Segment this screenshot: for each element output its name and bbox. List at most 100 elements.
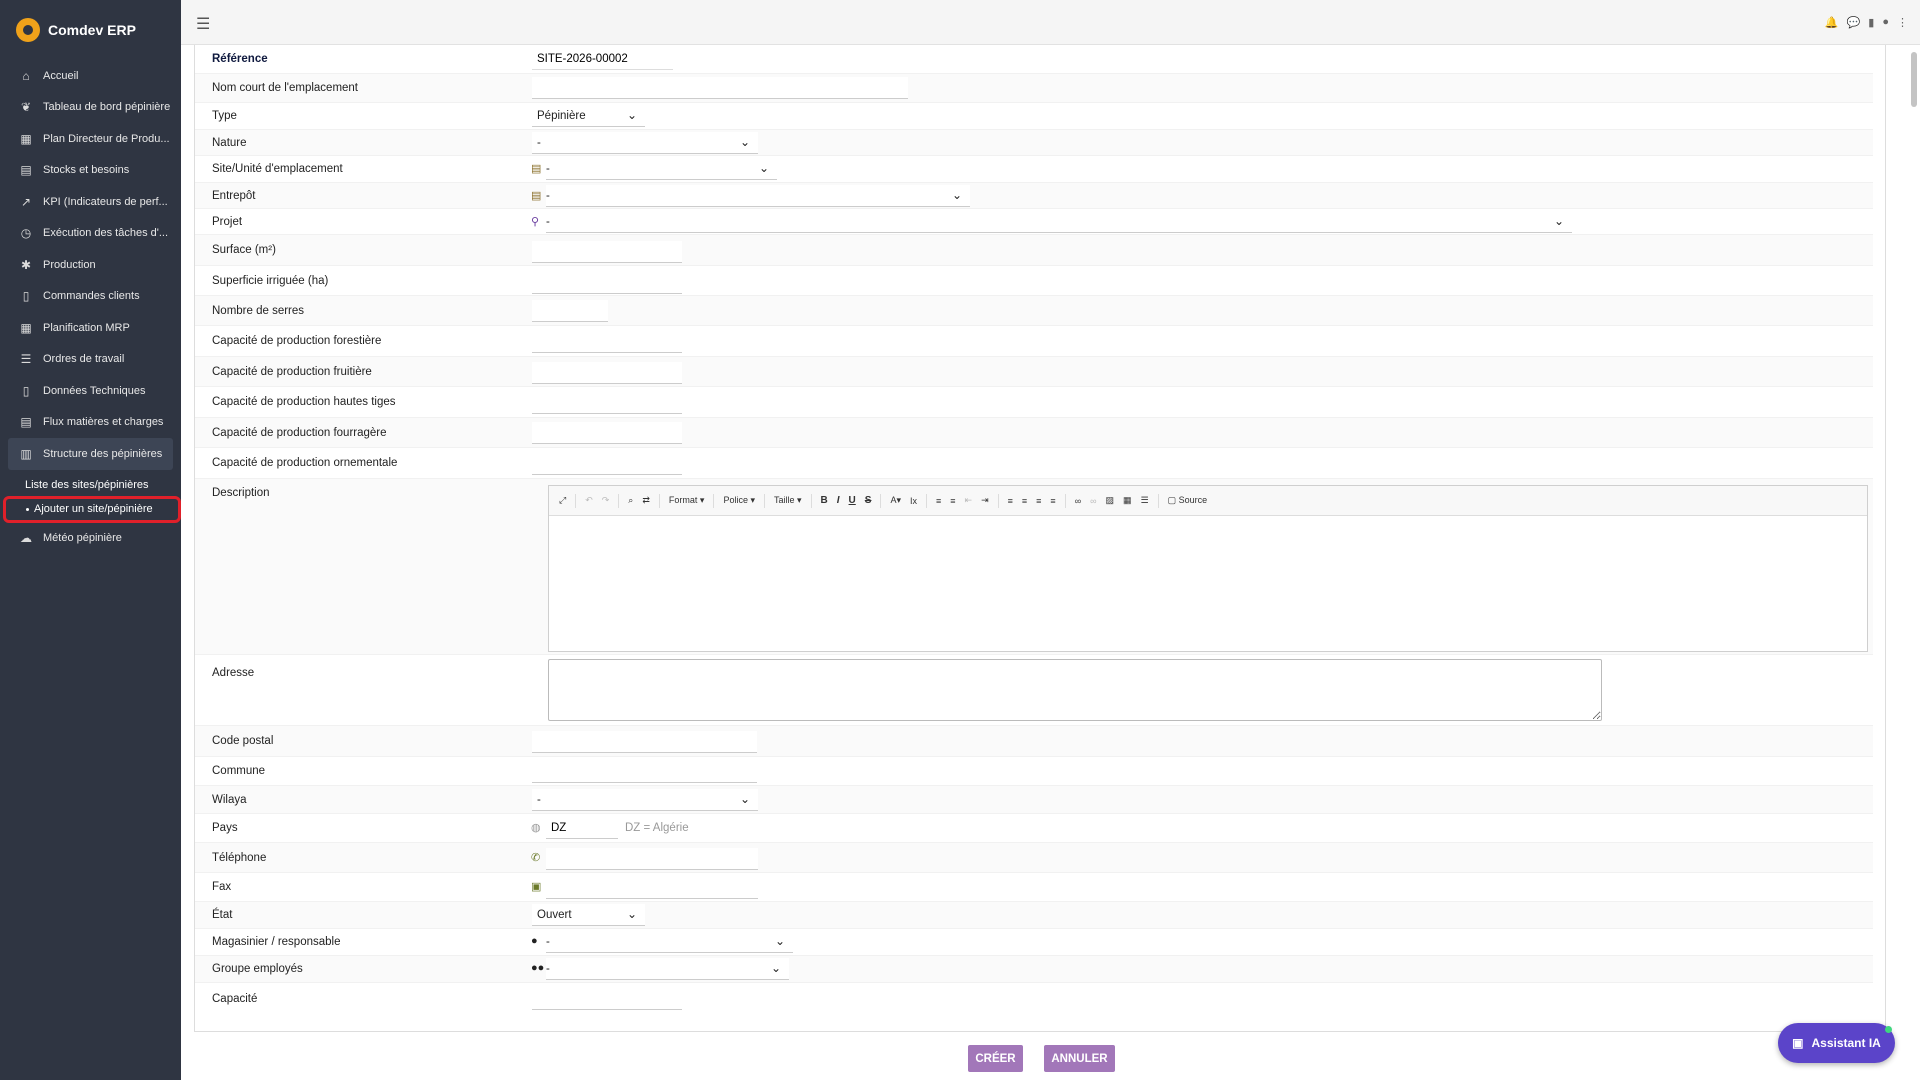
sidebar-item-label: KPI (Indicateurs de perf...	[43, 195, 168, 208]
employee-group-select[interactable]: - ⌄	[546, 958, 789, 980]
capacity-input[interactable]	[532, 988, 682, 1010]
sidebar-item-commandes[interactable]: ▯ Commandes clients	[0, 281, 181, 313]
source-button-label: Source	[1178, 495, 1208, 505]
undo-icon[interactable]: ↶	[585, 495, 593, 506]
sidebar-item-donnees[interactable]: ▯ Données Techniques	[0, 375, 181, 407]
sidebar-item-flux[interactable]: ▤ Flux matières et charges	[0, 407, 181, 439]
remove-format-icon[interactable]: Ix	[910, 496, 917, 506]
description-editor[interactable]: ⤢ ↶ ↷ ⌕ ⇄ Format ▾ Police ▾ Taille ▾ B I…	[548, 485, 1868, 652]
text-color-icon[interactable]: A▾	[890, 495, 901, 506]
state-select[interactable]: Ouvert ⌄	[532, 904, 645, 926]
find-icon[interactable]: ⌕	[628, 495, 633, 506]
fax-input[interactable]	[546, 877, 758, 899]
scrollbar[interactable]	[1911, 52, 1917, 107]
cap-tall-input[interactable]	[532, 392, 682, 414]
align-left-icon[interactable]: ≡	[1008, 496, 1013, 506]
phone-input[interactable]	[546, 848, 758, 870]
cap-fruit-input[interactable]	[532, 362, 682, 384]
commune-input[interactable]	[532, 761, 757, 783]
numbered-list-icon[interactable]: ≡	[936, 496, 941, 506]
align-center-icon[interactable]: ≡	[1022, 496, 1027, 506]
toolbar-separator	[810, 493, 812, 508]
bulleted-list-icon[interactable]: ≡	[950, 496, 955, 506]
country-input[interactable]	[546, 817, 618, 839]
sidebar-item-ordres[interactable]: ☰ Ordres de travail	[0, 344, 181, 376]
clipboard-icon[interactable]: ▮	[1868, 16, 1874, 29]
format-dropdown[interactable]: Format ▾	[669, 495, 705, 506]
sidebar-item-kpi[interactable]: ↗ KPI (Indicateurs de perf...	[0, 186, 181, 218]
unlink-icon[interactable]: ∞	[1090, 496, 1096, 506]
indent-icon[interactable]: ⇥	[981, 495, 989, 506]
maximize-icon[interactable]: ⤢	[559, 495, 566, 506]
address-textarea[interactable]	[548, 659, 1602, 721]
sidebar-item-production[interactable]: ✱ Production	[0, 249, 181, 281]
sidebar-item-tableau-de-bord[interactable]: ❦ Tableau de bord pépinière	[0, 92, 181, 124]
underline-icon[interactable]: U	[849, 495, 856, 506]
sidebar-item-mrp[interactable]: ▦ Planification MRP	[0, 312, 181, 344]
align-right-icon[interactable]: ≡	[1036, 496, 1041, 506]
brand[interactable]: Comdev ERP	[0, 0, 181, 60]
country-hint: DZ = Algérie	[625, 822, 689, 834]
label-employee-group: Groupe employés	[212, 963, 303, 975]
calendar-icon: ▦	[20, 320, 32, 335]
source-button[interactable]: ▢ Source	[1168, 495, 1208, 506]
cap-ornamental-input[interactable]	[532, 453, 682, 475]
horizontal-rule-icon[interactable]: ☰	[1141, 495, 1149, 506]
image-icon[interactable]: ▨	[1106, 495, 1115, 506]
postal-code-input[interactable]	[532, 731, 757, 753]
label-cap-ornamental: Capacité de production ornementale	[212, 457, 398, 469]
cap-forest-input[interactable]	[532, 331, 682, 353]
chat-icon[interactable]: 💬	[1847, 16, 1861, 29]
assistant-ia-button[interactable]: ▣ Assistant IA	[1778, 1023, 1895, 1063]
outdent-icon[interactable]: ⇤	[965, 495, 973, 506]
leaf-icon: ❦	[20, 100, 32, 115]
reference-input[interactable]	[532, 48, 673, 70]
warehouse-select[interactable]: - ⌄	[546, 185, 970, 207]
font-dropdown[interactable]: Police ▾	[723, 495, 755, 506]
chevron-down-icon: ⌄	[951, 188, 962, 202]
table-icon[interactable]: ▦	[1123, 495, 1132, 506]
replace-icon[interactable]: ⇄	[642, 495, 650, 506]
sidebar-item-structure[interactable]: ▥ Structure des pépinières	[8, 438, 173, 470]
label-description: Description	[212, 487, 270, 499]
row-project: Projet ⚲ - ⌄	[195, 209, 1873, 235]
cancel-button[interactable]: ANNULER	[1044, 1045, 1115, 1072]
create-button[interactable]: CRÉER	[968, 1045, 1023, 1072]
notifications-icon[interactable]: 🔔	[1825, 16, 1839, 29]
link-icon[interactable]: ∞	[1075, 496, 1081, 506]
sidebar-item-plan-directeur[interactable]: ▦ Plan Directeur de Produ...	[0, 123, 181, 155]
short-name-input[interactable]	[532, 77, 908, 99]
cap-fodder-input[interactable]	[532, 422, 682, 444]
sidebar-subitem-liste[interactable]: Liste des sites/pépinières	[0, 474, 181, 496]
sidebar-item-accueil[interactable]: ⌂ Accueil	[0, 60, 181, 92]
users-icon: ●●	[531, 962, 545, 974]
bold-icon[interactable]: B	[821, 495, 828, 506]
italic-icon[interactable]: I	[837, 495, 840, 506]
phone-icon: ✆	[531, 852, 541, 864]
wilaya-select[interactable]: - ⌄	[532, 789, 758, 811]
nature-select[interactable]: - ⌄	[532, 132, 758, 154]
align-justify-icon[interactable]: ≡	[1050, 496, 1055, 506]
storekeeper-select[interactable]: - ⌄	[546, 931, 793, 953]
type-select[interactable]: Pépinière ⌄	[532, 105, 645, 127]
sidebar-nav: ⌂ Accueil ❦ Tableau de bord pépinière ▦ Pla…	[0, 60, 181, 554]
irrigated-input[interactable]	[532, 272, 682, 294]
hamburger-menu-icon[interactable]: ☰	[196, 14, 210, 34]
surface-input[interactable]	[532, 241, 682, 263]
row-cap-tall: Capacité de production hautes tiges	[195, 387, 1873, 418]
toolbar-separator	[658, 493, 660, 508]
size-dropdown[interactable]: Taille ▾	[774, 495, 802, 506]
user-avatar-icon[interactable]: ●	[1882, 16, 1889, 29]
row-wilaya: Wilaya - ⌄	[195, 786, 1873, 814]
site-unit-select[interactable]: - ⌄	[546, 158, 777, 180]
sidebar-item-stocks[interactable]: ▤ Stocks et besoins	[0, 155, 181, 187]
greenhouses-input[interactable]	[532, 300, 608, 322]
nature-select-value: -	[537, 136, 541, 149]
sidebar-subitem-ajouter[interactable]: Ajouter un site/pépinière	[3, 495, 181, 523]
sidebar-item-meteo[interactable]: ☁ Météo pépinière	[0, 523, 181, 555]
redo-icon[interactable]: ↷	[602, 495, 610, 506]
strikethrough-icon[interactable]: S	[865, 495, 872, 506]
more-vertical-icon[interactable]: ⋮	[1897, 16, 1908, 29]
sidebar-item-execution[interactable]: ◷ Exécution des tâches d'...	[0, 218, 181, 250]
project-select[interactable]: - ⌄	[546, 211, 1572, 233]
